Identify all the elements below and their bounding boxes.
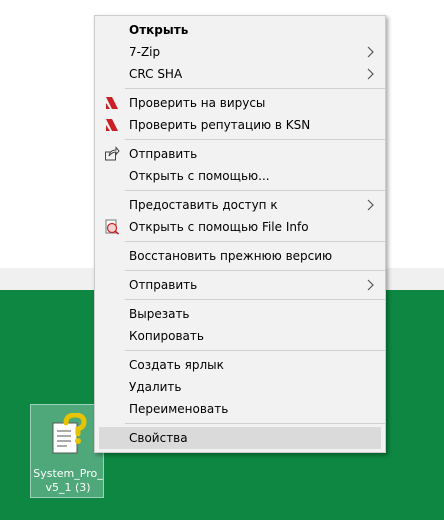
file-info-icon (105, 219, 120, 235)
menu-separator (125, 190, 385, 191)
menu-item-file-info[interactable]: Открыть с помощью File Info (95, 216, 385, 238)
menu-separator (125, 423, 385, 424)
menu-item-label: Копировать (129, 329, 204, 343)
menu-item-crc-sha[interactable]: CRC SHA (95, 63, 385, 85)
menu-item-label: Переименовать (129, 402, 229, 416)
chevron-right-icon (367, 68, 374, 80)
menu-item-properties[interactable]: Свойства (99, 427, 381, 449)
menu-separator (125, 299, 385, 300)
menu-item-give-access[interactable]: Предоставить доступ к (95, 194, 385, 216)
menu-item-open-with[interactable]: Открыть с помощью... (95, 165, 385, 187)
menu-item-label: Отправить (129, 147, 198, 161)
menu-item-label: Удалить (129, 380, 182, 394)
menu-item-label: Открыть с помощью File Info (129, 220, 309, 234)
menu-item-label: Предоставить доступ к (129, 198, 278, 212)
menu-item-7zip[interactable]: 7-Zip (95, 41, 385, 63)
menu-item-delete[interactable]: Удалить (95, 376, 385, 398)
context-menu: Открыть 7-Zip CRC SHA Проверить на вирус… (94, 15, 386, 453)
menu-item-open[interactable]: Открыть (95, 19, 385, 41)
menu-item-scan-virus[interactable]: Проверить на вирусы (95, 92, 385, 114)
menu-item-label: Свойства (129, 431, 188, 445)
desktop-file-label: System_Pro_v5_1 (3) (33, 467, 103, 494)
help-file-icon (52, 413, 87, 454)
menu-separator (125, 350, 385, 351)
menu-item-label: Проверить на вирусы (129, 96, 266, 110)
kaspersky-icon (106, 97, 118, 109)
menu-item-share[interactable]: Отправить (95, 143, 385, 165)
menu-item-label: Проверить репутацию в KSN (129, 118, 311, 132)
menu-item-label: Создать ярлык (129, 358, 224, 372)
menu-item-create-shortcut[interactable]: Создать ярлык (95, 354, 385, 376)
chevron-right-icon (367, 279, 374, 291)
desktop-file-icon[interactable]: System_Pro_v5_1 (3) (30, 404, 104, 498)
menu-item-restore-version[interactable]: Восстановить прежнюю версию (95, 245, 385, 267)
menu-item-cut[interactable]: Вырезать (95, 303, 385, 325)
menu-separator (125, 88, 385, 89)
menu-item-label: Вырезать (129, 307, 190, 321)
menu-item-label: CRC SHA (129, 67, 183, 81)
menu-separator (125, 241, 385, 242)
menu-separator (125, 270, 385, 271)
menu-item-copy[interactable]: Копировать (95, 325, 385, 347)
menu-item-label: Открыть (129, 23, 189, 37)
menu-separator (125, 139, 385, 140)
menu-item-rename[interactable]: Переименовать (95, 398, 385, 420)
menu-item-label: 7-Zip (129, 45, 161, 59)
kaspersky-icon (106, 119, 118, 131)
share-icon (105, 146, 120, 161)
chevron-right-icon (367, 46, 374, 58)
menu-item-check-ksn[interactable]: Проверить репутацию в KSN (95, 114, 385, 136)
menu-item-label: Восстановить прежнюю версию (129, 249, 333, 263)
menu-item-send-to[interactable]: Отправить (95, 274, 385, 296)
menu-item-label: Открыть с помощью... (129, 169, 270, 183)
menu-item-label: Отправить (129, 278, 198, 292)
chevron-right-icon (367, 199, 374, 211)
